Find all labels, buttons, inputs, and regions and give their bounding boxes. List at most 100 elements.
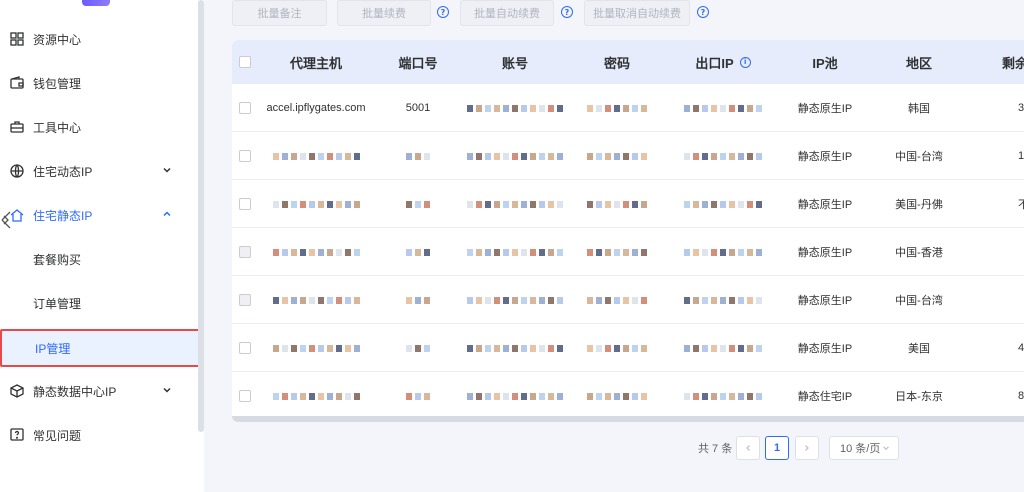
row-checkbox[interactable] — [239, 150, 251, 162]
chevron-down-icon — [163, 167, 171, 173]
cell-pool: 静态原生IP — [797, 295, 853, 307]
sidebar-subitem-buy-package[interactable]: 套餐购买 — [0, 237, 198, 281]
redacted-account — [464, 324, 566, 372]
sidebar-item-label: 资源中心 — [33, 32, 82, 47]
table-row[interactable]: accel.ipflygates.com 5001 静态原生IP 韩国 3 — [232, 84, 1024, 132]
sidebar-subitem-label: 订单管理 — [33, 296, 82, 311]
sidebar-item-label: 静态数据中心IP — [33, 384, 117, 399]
cell-pool: 静态原生IP — [797, 151, 853, 163]
redacted-exit — [668, 228, 778, 276]
question-icon — [10, 428, 24, 442]
cell-region: 美国 — [908, 343, 930, 355]
row-checkbox[interactable] — [239, 102, 251, 114]
row-checkbox[interactable] — [239, 390, 251, 402]
cell-remain: 1 — [1018, 150, 1024, 162]
batch-note-button[interactable]: 批量备注 — [232, 0, 327, 26]
sidebar-item-residential-dynamic-ip[interactable]: 住宅动态IP — [0, 149, 198, 193]
cell-region: 美国-丹佛 — [895, 199, 943, 211]
sidebar-item-label: 常见问题 — [33, 428, 82, 443]
help-icon[interactable]: ? — [437, 6, 449, 18]
sidebar-item-residential-static-ip[interactable]: 住宅静态IP — [0, 193, 198, 237]
cell-region: 日本-东京 — [895, 391, 943, 403]
sidebar-subitem-order-management[interactable]: 订单管理 — [0, 281, 198, 325]
column-header-account: 账号 — [501, 55, 528, 71]
batch-cancel-auto-renew-button[interactable]: 批量取消自动续费 — [584, 0, 690, 26]
cell-pool: 静态原生IP — [797, 199, 853, 211]
table-horizontal-scrollbar[interactable] — [232, 416, 1024, 422]
table-row[interactable]: 静态原生IP 中国-香港 — [232, 228, 1024, 276]
table-header: 代理主机 端口号 账号 密码 出口IP i IP池 地区 剩余 — [232, 40, 1024, 84]
resize-cursor-icon — [1, 211, 11, 229]
select-all-checkbox[interactable] — [239, 56, 251, 68]
redacted-port — [372, 276, 464, 324]
sidebar-item-tools[interactable]: 工具中心 — [0, 105, 198, 149]
sidebar-item-static-datacenter-ip[interactable]: 静态数据中心IP — [0, 369, 198, 413]
prev-page-button[interactable] — [736, 436, 760, 460]
column-header-exit-ip: 出口IP i — [668, 40, 778, 84]
sidebar: 资源中心 钱包管理 工具中心 住宅动态IP 住宅静态IP 套餐购买 订单管理 I… — [0, 0, 204, 492]
sidebar-subitem-label: 套餐购买 — [33, 252, 82, 267]
redacted-exit — [668, 84, 778, 132]
cell-pool: 静态原生IP — [797, 343, 853, 355]
redacted-port — [372, 324, 464, 372]
cell-region: 中国-台湾 — [895, 295, 943, 307]
cell-port: 5001 — [405, 102, 431, 114]
logo — [82, 0, 110, 6]
row-checkbox — [239, 246, 251, 258]
cell-remain: 不足 — [1018, 199, 1024, 211]
redacted-host — [260, 276, 372, 324]
redacted-exit — [668, 372, 778, 420]
sidebar-subitem-ip-management[interactable]: IP管理 — [0, 329, 200, 367]
batch-cancel-auto-renew-label: 批量取消自动续费 — [593, 8, 681, 20]
batch-auto-renew-button[interactable]: 批量自动续费 — [460, 0, 554, 26]
table-row[interactable]: 静态原生IP 美国 4 — [232, 324, 1024, 372]
redacted-account — [464, 228, 566, 276]
row-checkbox — [239, 294, 251, 306]
page-size-select[interactable]: 10 条/页 — [829, 436, 899, 460]
pagination-total: 共 7 条 — [698, 443, 733, 455]
chevron-left-icon — [746, 445, 750, 451]
redacted-password — [566, 276, 668, 324]
column-header-host: 代理主机 — [289, 55, 342, 71]
batch-auto-renew-label: 批量自动续费 — [474, 8, 540, 20]
redacted-password — [566, 324, 668, 372]
sidebar-item-label: 钱包管理 — [33, 76, 82, 91]
table-row[interactable]: 静态原生IP 美国-丹佛 不足 — [232, 180, 1024, 228]
cell-region: 中国-台湾 — [895, 151, 943, 163]
batch-renew-button[interactable]: 批量续费 — [337, 0, 431, 26]
help-icon[interactable]: ? — [561, 6, 573, 18]
table-row[interactable]: 静态原生IP 中国-台湾 1 — [232, 132, 1024, 180]
row-checkbox[interactable] — [239, 342, 251, 354]
cell-host: accel.ipflygates.com — [266, 102, 366, 114]
sidebar-item-resource-center[interactable]: 资源中心 — [0, 17, 198, 61]
sidebar-item-faq[interactable]: 常见问题 — [0, 413, 198, 457]
chevron-down-icon — [883, 446, 889, 451]
redacted-account — [464, 180, 566, 228]
sidebar-scrollbar[interactable] — [198, 0, 204, 432]
row-checkbox[interactable] — [239, 198, 251, 210]
cell-region: 韩国 — [908, 103, 930, 115]
cell-remain: 4 — [1018, 342, 1024, 354]
page-number-button[interactable]: 1 — [765, 436, 789, 460]
sidebar-item-wallet[interactable]: 钱包管理 — [0, 61, 198, 105]
redacted-port — [372, 372, 464, 420]
toolbox-icon — [10, 120, 24, 134]
table-row[interactable]: 静态原生IP 中国-台湾 — [232, 276, 1024, 324]
table-row[interactable]: 静态住宅IP 日本-东京 8 — [232, 372, 1024, 420]
chevron-right-icon — [805, 445, 809, 451]
column-header-password: 密码 — [603, 55, 630, 71]
next-page-button[interactable] — [795, 436, 819, 460]
batch-renew-label: 批量续费 — [362, 8, 406, 20]
chevron-up-icon — [163, 211, 171, 217]
sidebar-subitem-label: IP管理 — [35, 341, 71, 356]
sidebar-item-label: 住宅静态IP — [33, 208, 93, 223]
column-header-ip-pool: IP池 — [812, 55, 838, 71]
cell-pool: 静态原生IP — [797, 247, 853, 259]
redacted-account — [464, 84, 566, 132]
help-icon[interactable]: ? — [697, 6, 709, 18]
redacted-password — [566, 228, 668, 276]
cell-pool: 静态原生IP — [797, 103, 853, 115]
info-icon[interactable]: i — [739, 56, 751, 68]
globe-icon — [10, 164, 24, 178]
chevron-down-icon — [163, 387, 171, 393]
